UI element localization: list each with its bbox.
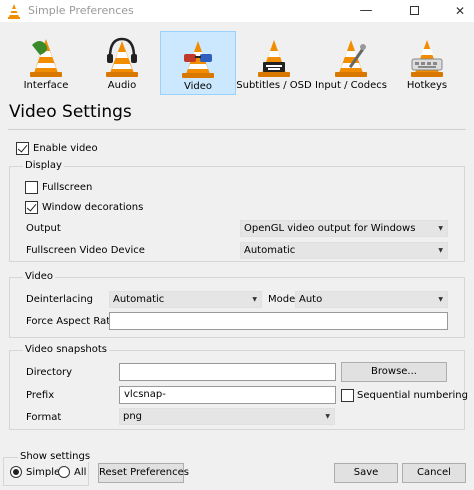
tab-hotkeys[interactable]: Hotkeys bbox=[390, 31, 464, 95]
aspect-ratio-label: Force Aspect Ratio bbox=[26, 316, 120, 327]
tab-input-codecs-label: Input / Codecs bbox=[315, 80, 387, 91]
enable-video-label: Enable video bbox=[33, 143, 98, 154]
window-decorations-checkbox[interactable] bbox=[25, 201, 38, 214]
tab-input-codecs[interactable]: Input / Codecs bbox=[312, 31, 390, 95]
all-radio[interactable] bbox=[58, 466, 70, 478]
video-snapshots-group-title: Video snapshots bbox=[23, 344, 110, 355]
tab-interface[interactable]: Interface bbox=[8, 31, 84, 95]
prefix-input[interactable]: vlcsnap- bbox=[119, 386, 336, 404]
dropdown-arrow-icon: ▼ bbox=[325, 413, 330, 420]
tab-video[interactable]: Video bbox=[160, 31, 236, 95]
vlc-cone-icon bbox=[8, 4, 20, 19]
fullscreen-checkbox[interactable] bbox=[25, 181, 38, 194]
window-decorations-label: Window decorations bbox=[42, 202, 144, 213]
cone-headphones-icon bbox=[106, 37, 138, 77]
output-label: Output bbox=[26, 223, 61, 234]
tab-audio-label: Audio bbox=[107, 80, 137, 91]
dropdown-arrow-icon: ▼ bbox=[252, 296, 257, 303]
fullscreen-label: Fullscreen bbox=[42, 182, 93, 193]
cone-tools-icon bbox=[335, 40, 367, 77]
checkmark-icon bbox=[17, 142, 28, 153]
cone-keyboard-icon bbox=[411, 40, 443, 77]
cone-interface-icon bbox=[30, 39, 62, 77]
fullscreen-device-label: Fullscreen Video Device bbox=[26, 245, 145, 256]
tab-audio[interactable]: Audio bbox=[84, 31, 160, 95]
tab-subtitles-osd[interactable]: Subtitles / OSD bbox=[236, 31, 312, 95]
video-group-title: Video bbox=[23, 271, 56, 282]
dropdown-arrow-icon: ▼ bbox=[438, 247, 443, 254]
aspect-ratio-input[interactable] bbox=[109, 312, 448, 330]
page-title: Video Settings bbox=[9, 102, 132, 122]
sequential-numbering-checkbox[interactable] bbox=[341, 389, 354, 402]
radio-selected-dot bbox=[13, 469, 19, 475]
minimize-button[interactable]: — bbox=[346, 0, 386, 22]
format-label: Format bbox=[26, 412, 62, 423]
title-divider bbox=[8, 129, 466, 130]
output-dropdown[interactable]: OpenGL video output for Windows ▼ bbox=[240, 220, 448, 237]
output-value: OpenGL video output for Windows bbox=[244, 223, 416, 234]
title-bar: Simple Preferences — ✕ bbox=[0, 0, 474, 22]
mode-value: Auto bbox=[299, 294, 323, 305]
browse-button[interactable]: Browse... bbox=[341, 362, 447, 382]
deinterlacing-label: Deinterlacing bbox=[26, 294, 94, 305]
fullscreen-device-value: Automatic bbox=[244, 245, 296, 256]
format-dropdown[interactable]: png ▼ bbox=[119, 408, 335, 425]
tab-interface-label: Interface bbox=[23, 80, 69, 91]
tab-subtitles-osd-label: Subtitles / OSD bbox=[236, 80, 312, 91]
mode-label: Mode bbox=[268, 294, 296, 305]
simple-radio[interactable] bbox=[10, 466, 22, 478]
deinterlacing-value: Automatic bbox=[113, 294, 165, 305]
fullscreen-device-dropdown[interactable]: Automatic ▼ bbox=[240, 242, 448, 259]
dropdown-arrow-icon: ▼ bbox=[438, 225, 443, 232]
cone-subtitles-icon bbox=[258, 40, 290, 77]
checkmark-icon bbox=[26, 201, 37, 212]
directory-input[interactable] bbox=[119, 363, 336, 381]
cancel-button[interactable]: Cancel bbox=[402, 463, 466, 483]
tab-video-label: Video bbox=[183, 81, 213, 92]
deinterlacing-dropdown[interactable]: Automatic ▼ bbox=[109, 291, 262, 308]
all-radio-label: All bbox=[74, 467, 87, 478]
save-button[interactable]: Save bbox=[334, 463, 398, 483]
category-toolbar: Interface Audio Video Subtitles / OSD In… bbox=[0, 22, 474, 95]
display-group-title: Display bbox=[23, 160, 64, 171]
window-title: Simple Preferences bbox=[28, 4, 134, 17]
show-settings-title: Show settings bbox=[18, 451, 93, 462]
format-value: png bbox=[123, 411, 143, 422]
tab-hotkeys-label: Hotkeys bbox=[406, 80, 448, 91]
enable-video-checkbox[interactable] bbox=[16, 142, 29, 155]
prefix-label: Prefix bbox=[26, 390, 55, 401]
maximize-button[interactable] bbox=[394, 0, 434, 22]
reset-preferences-button[interactable]: Reset Preferences bbox=[98, 463, 189, 483]
dropdown-arrow-icon: ▼ bbox=[438, 296, 443, 303]
maximize-icon bbox=[409, 6, 419, 15]
sequential-numbering-label: Sequential numbering bbox=[357, 390, 468, 401]
directory-label: Directory bbox=[26, 367, 73, 378]
mode-dropdown[interactable]: Auto ▼ bbox=[295, 291, 448, 308]
cone-glasses-icon bbox=[182, 41, 214, 78]
close-button[interactable]: ✕ bbox=[440, 0, 474, 22]
simple-radio-label: Simple bbox=[26, 467, 61, 478]
